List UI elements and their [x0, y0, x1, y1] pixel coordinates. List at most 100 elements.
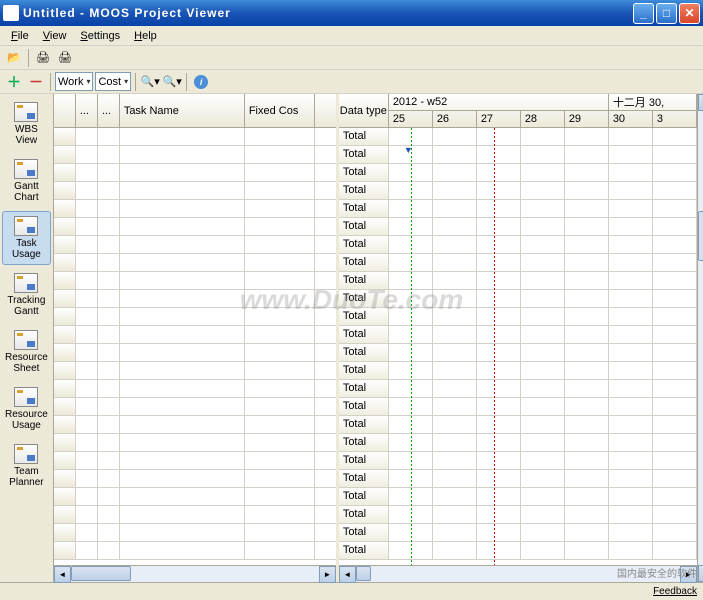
table-row[interactable] [54, 506, 336, 524]
timeline-cell[interactable] [653, 308, 697, 325]
timeline-cell[interactable] [609, 128, 653, 145]
timeline-cell[interactable] [653, 542, 697, 559]
sidebar-item-task-usage[interactable]: Task Usage [2, 211, 51, 265]
table-cell[interactable] [120, 272, 245, 289]
table-cell[interactable] [245, 344, 315, 361]
table-cell[interactable] [98, 308, 120, 325]
table-cell[interactable] [54, 434, 76, 451]
timeline-cell[interactable] [609, 344, 653, 361]
scroll-right-button[interactable]: ► [319, 566, 336, 583]
timeline-cell[interactable] [653, 506, 697, 523]
timeline-cell[interactable] [565, 434, 609, 451]
timeline-cell[interactable] [609, 524, 653, 541]
table-cell[interactable] [98, 254, 120, 271]
timeline-cell[interactable] [609, 254, 653, 271]
table-cell[interactable] [54, 416, 76, 433]
table-cell[interactable] [98, 542, 120, 559]
table-cell[interactable] [245, 380, 315, 397]
table-cell[interactable] [120, 164, 245, 181]
table-cell[interactable] [76, 344, 98, 361]
table-row[interactable] [54, 416, 336, 434]
timeline-cell[interactable] [653, 272, 697, 289]
table-cell[interactable] [76, 236, 98, 253]
column-header[interactable]: Task Name [120, 94, 245, 127]
table-cell[interactable] [120, 344, 245, 361]
day-header[interactable]: 28 [521, 111, 565, 127]
day-header[interactable]: 25 [389, 111, 433, 127]
table-row[interactable]: Total [339, 164, 697, 182]
table-cell[interactable] [98, 506, 120, 523]
print-preview-button[interactable]: 🖨 [55, 48, 75, 68]
timeline-cell[interactable] [521, 308, 565, 325]
table-row[interactable] [54, 128, 336, 146]
table-row[interactable]: Total [339, 272, 697, 290]
timeline-cell[interactable] [521, 488, 565, 505]
table-row[interactable]: Total [339, 506, 697, 524]
table-cell[interactable] [98, 434, 120, 451]
column-header[interactable]: ... [98, 94, 120, 127]
timeline-cell[interactable] [477, 290, 521, 307]
timeline-cell[interactable] [433, 326, 477, 343]
table-cell[interactable] [76, 524, 98, 541]
table-cell[interactable] [76, 452, 98, 469]
sidebar-item-team-planner[interactable]: Team Planner [2, 439, 51, 493]
timeline-cell[interactable] [477, 308, 521, 325]
table-cell[interactable] [98, 524, 120, 541]
timeline-cell[interactable] [565, 416, 609, 433]
table-cell[interactable] [245, 236, 315, 253]
table-cell[interactable] [245, 128, 315, 145]
table-cell[interactable] [245, 470, 315, 487]
table-row[interactable] [54, 524, 336, 542]
table-cell[interactable] [245, 506, 315, 523]
table-cell[interactable] [245, 290, 315, 307]
table-row[interactable] [54, 254, 336, 272]
table-cell[interactable] [98, 182, 120, 199]
timeline-cell[interactable] [565, 470, 609, 487]
timeline-cell[interactable] [521, 452, 565, 469]
table-cell[interactable] [120, 416, 245, 433]
timeline-cell[interactable] [433, 146, 477, 163]
feedback-link[interactable]: Feedback [653, 586, 697, 597]
table-row[interactable]: Total [339, 128, 697, 146]
table-cell[interactable] [120, 506, 245, 523]
expand-button[interactable]: ＋ [4, 72, 24, 92]
table-cell[interactable] [120, 380, 245, 397]
timeline-cell[interactable] [653, 470, 697, 487]
table-cell[interactable] [54, 452, 76, 469]
timeline-cell[interactable] [477, 254, 521, 271]
column-header[interactable] [54, 94, 76, 127]
timeline-cell[interactable] [653, 254, 697, 271]
timeline-cell[interactable] [477, 200, 521, 217]
table-cell[interactable] [120, 290, 245, 307]
menu-settings[interactable]: Settings [73, 28, 127, 44]
table-row[interactable] [54, 146, 336, 164]
day-header[interactable]: 3 [653, 111, 697, 127]
table-row[interactable]: Total [339, 362, 697, 380]
table-cell[interactable] [54, 488, 76, 505]
table-cell[interactable] [76, 272, 98, 289]
table-cell[interactable] [120, 542, 245, 559]
cost-combo[interactable]: Cost▾ [95, 72, 131, 91]
timeline-cell[interactable] [433, 506, 477, 523]
table-row[interactable] [54, 362, 336, 380]
timeline-cell[interactable] [521, 146, 565, 163]
timeline-cell[interactable] [477, 218, 521, 235]
sidebar-item-wbs-view[interactable]: WBS View [2, 97, 51, 151]
menu-help[interactable]: Help [127, 28, 164, 44]
timeline-cell[interactable] [433, 470, 477, 487]
table-cell[interactable] [76, 128, 98, 145]
timeline-cell[interactable] [565, 506, 609, 523]
table-cell[interactable] [54, 272, 76, 289]
table-cell[interactable] [54, 362, 76, 379]
timeline-cell[interactable] [609, 182, 653, 199]
timeline-cell[interactable] [477, 488, 521, 505]
table-cell[interactable] [54, 344, 76, 361]
table-cell[interactable] [98, 236, 120, 253]
timeline-cell[interactable] [521, 326, 565, 343]
table-cell[interactable] [120, 434, 245, 451]
timeline-cell[interactable] [477, 128, 521, 145]
timeline-cell[interactable] [565, 254, 609, 271]
table-row[interactable] [54, 542, 336, 560]
timeline-cell[interactable] [653, 326, 697, 343]
timeline-cell[interactable] [521, 434, 565, 451]
